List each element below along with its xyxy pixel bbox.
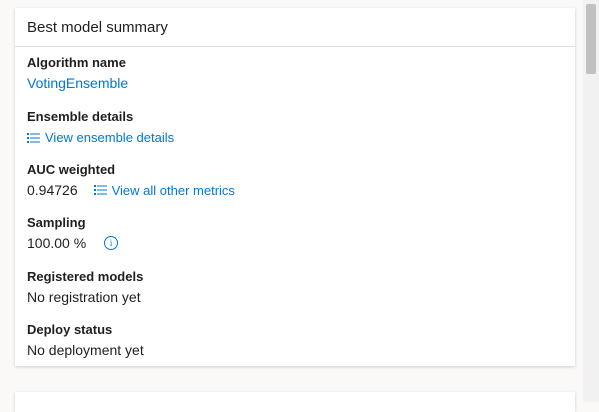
algorithm-name-label: Algorithm name: [27, 55, 126, 70]
deploy-status-label: Deploy status: [27, 322, 113, 337]
view-all-other-metrics-text: View all other metrics: [111, 182, 235, 198]
list-icon: [93, 185, 107, 195]
info-icon[interactable]: i: [104, 236, 119, 250]
vertical-scrollbar[interactable]: [583, 0, 599, 402]
best-model-summary-card: Best model summary Algorithm name Voting…: [15, 8, 575, 366]
view-all-other-metrics-link[interactable]: View all other metrics: [93, 182, 235, 198]
scrollbar-thumb[interactable]: [586, 4, 596, 74]
next-card: [15, 392, 575, 412]
auc-weighted-field: AUC weighted 0.94726 View all other metr…: [27, 162, 235, 198]
ensemble-details-field: Ensemble details View ensemble details: [27, 109, 174, 145]
sampling-field: Sampling 100.00 % i: [27, 215, 119, 251]
list-icon: [27, 132, 40, 143]
algorithm-name-field: Algorithm name VotingEnsemble: [27, 55, 128, 91]
ensemble-details-label: Ensemble details: [27, 109, 134, 124]
view-ensemble-details-link[interactable]: View ensemble details: [27, 130, 174, 145]
registered-models-field: Registered models No registration yet: [27, 269, 143, 305]
algorithm-name-link[interactable]: VotingEnsemble: [27, 75, 128, 91]
auc-weighted-value-row: 0.94726 View all other metrics: [27, 182, 235, 198]
sampling-value: 100.00 %: [27, 235, 87, 251]
sampling-label: Sampling: [27, 215, 86, 230]
view-ensemble-details-text: View ensemble details: [45, 130, 175, 145]
registered-models-value: No registration yet: [27, 289, 141, 305]
card-title: Best model summary: [15, 8, 575, 47]
auc-weighted-value: 0.94726: [27, 182, 78, 198]
auc-weighted-label: AUC weighted: [27, 162, 116, 177]
deploy-status-field: Deploy status No deployment yet: [27, 322, 144, 358]
deploy-status-value: No deployment yet: [27, 342, 144, 358]
sampling-value-row: 100.00 % i: [27, 235, 119, 251]
algorithm-name-value-row: VotingEnsemble: [27, 75, 128, 91]
registered-models-label: Registered models: [27, 269, 144, 284]
